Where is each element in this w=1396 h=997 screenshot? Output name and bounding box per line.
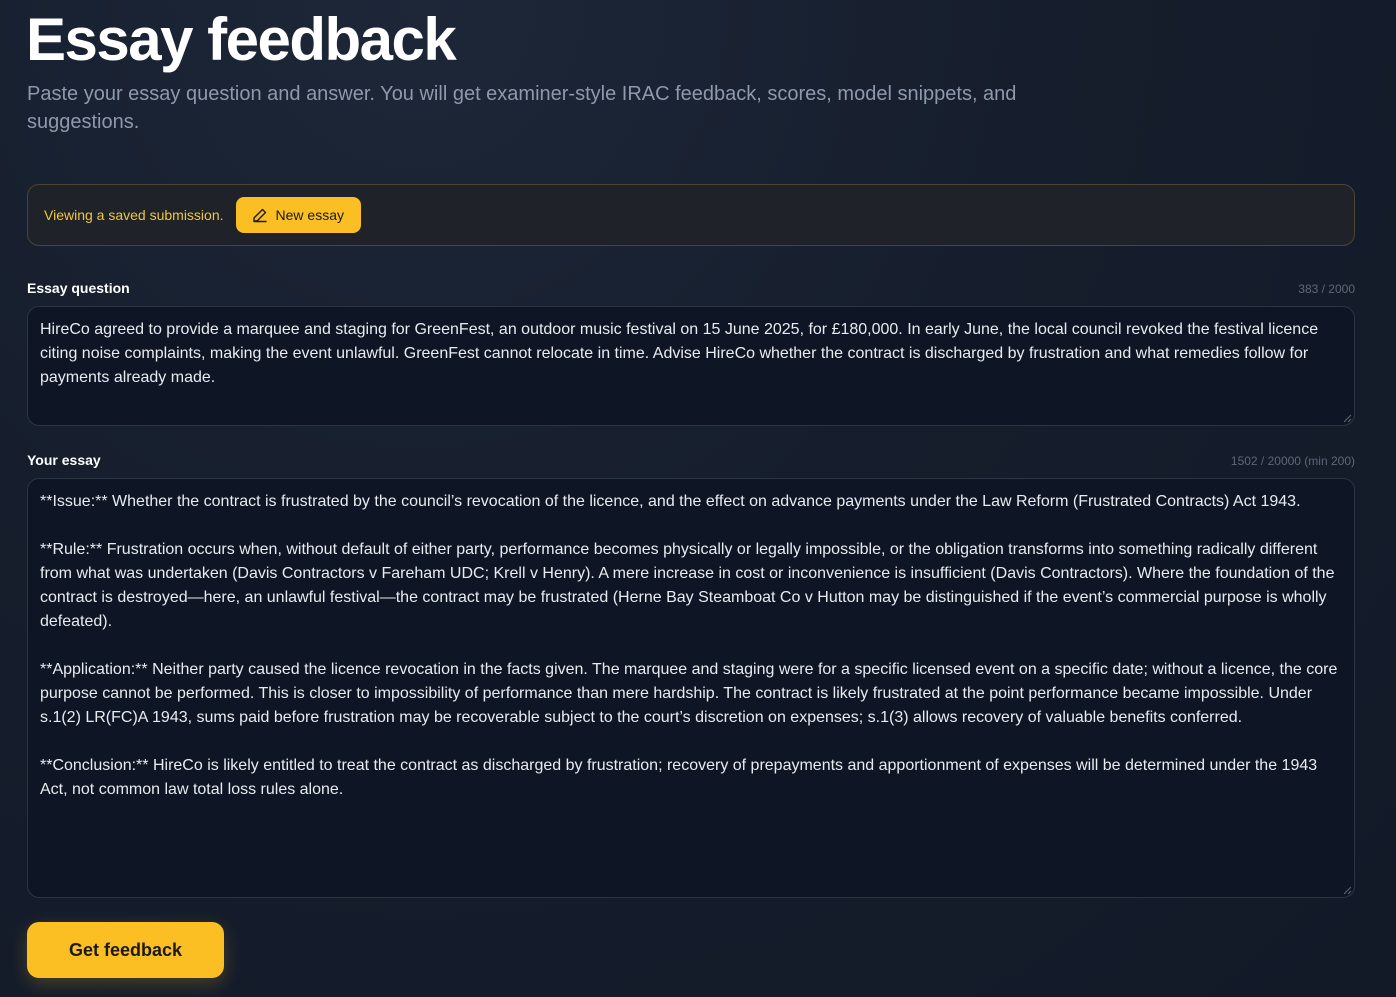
saved-submission-banner: Viewing a saved submission. New essay [27,184,1355,246]
pencil-icon [252,207,268,223]
essay-textarea[interactable]: **Issue:** Whether the contract is frust… [27,478,1355,898]
new-essay-button[interactable]: New essay [235,197,361,233]
page-title: Essay feedback [26,6,457,73]
your-essay-label: Your essay [27,452,101,468]
banner-text: Viewing a saved submission. [44,207,224,223]
resize-handle-icon[interactable] [1343,414,1352,423]
new-essay-label: New essay [275,207,344,223]
page-subtitle: Paste your essay question and answer. Yo… [27,83,1017,133]
essay-question-textarea[interactable]: HireCo agreed to provide a marquee and s… [27,306,1355,426]
get-feedback-button[interactable]: Get feedback [27,922,224,978]
resize-handle-icon[interactable] [1343,886,1352,895]
essay-char-counter: 1502 / 20000 (min 200) [1230,454,1355,468]
question-char-counter: 383 / 2000 [1298,282,1355,296]
essay-question-label: Essay question [27,280,130,296]
